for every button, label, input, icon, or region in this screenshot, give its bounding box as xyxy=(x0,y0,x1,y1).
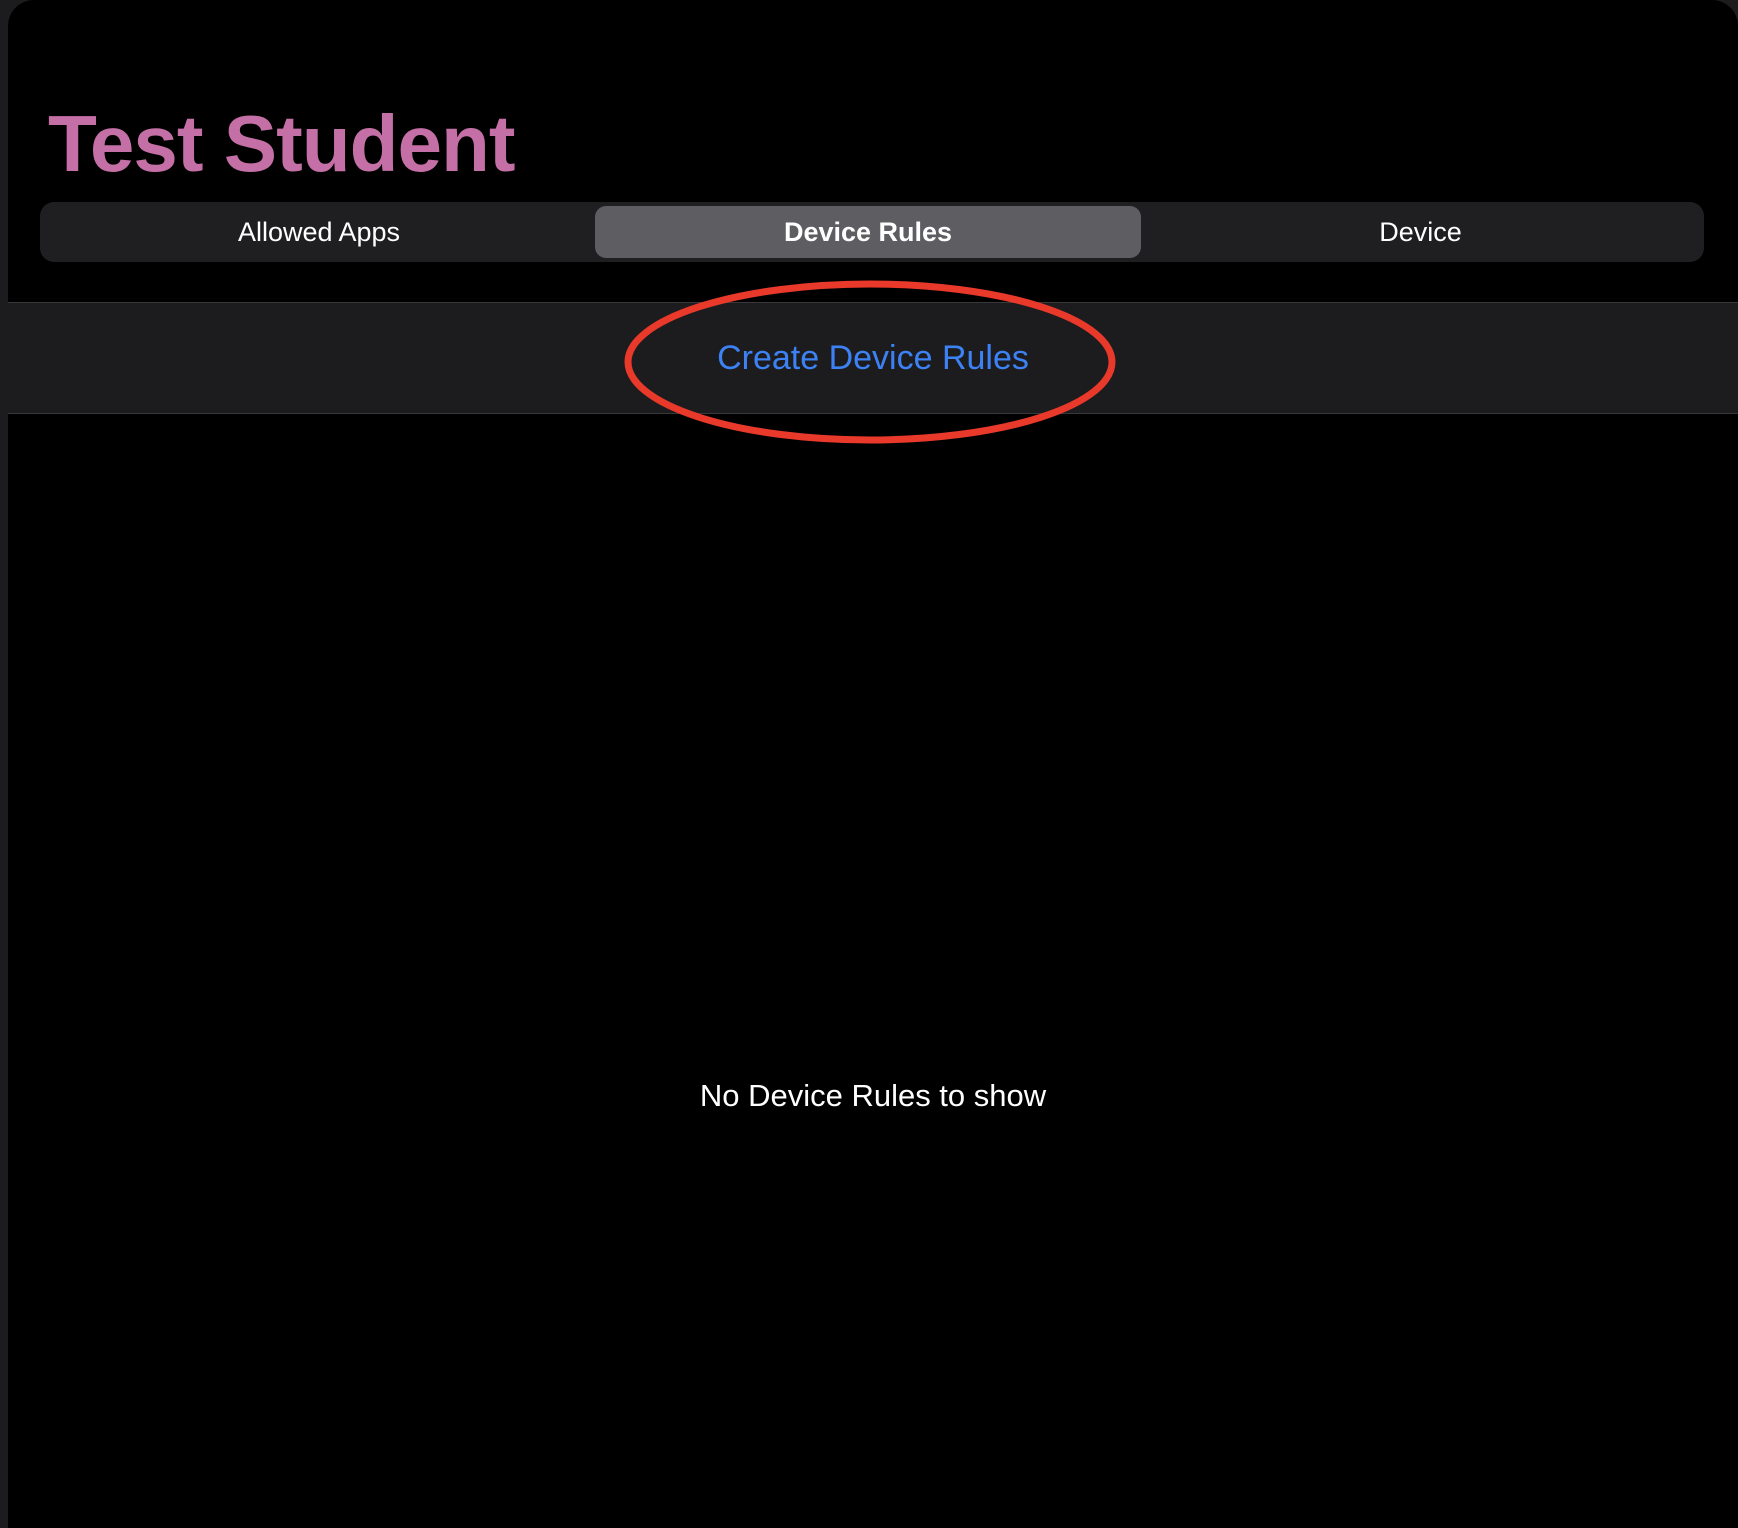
empty-state-message: No Device Rules to show xyxy=(699,1078,1047,1113)
segmented-control: Allowed Apps Device Rules Device xyxy=(40,202,1704,262)
create-device-rules-button[interactable]: Create Device Rules xyxy=(717,339,1029,378)
app-screen: Test Student Allowed Apps Device Rules D… xyxy=(8,0,1738,1528)
page-title: Test Student xyxy=(48,99,516,188)
tab-allowed-apps[interactable]: Allowed Apps xyxy=(44,206,594,258)
tab-device[interactable]: Device xyxy=(1141,206,1700,258)
tab-device-rules[interactable]: Device Rules xyxy=(595,206,1141,258)
create-rules-row: Create Device Rules xyxy=(8,302,1738,414)
